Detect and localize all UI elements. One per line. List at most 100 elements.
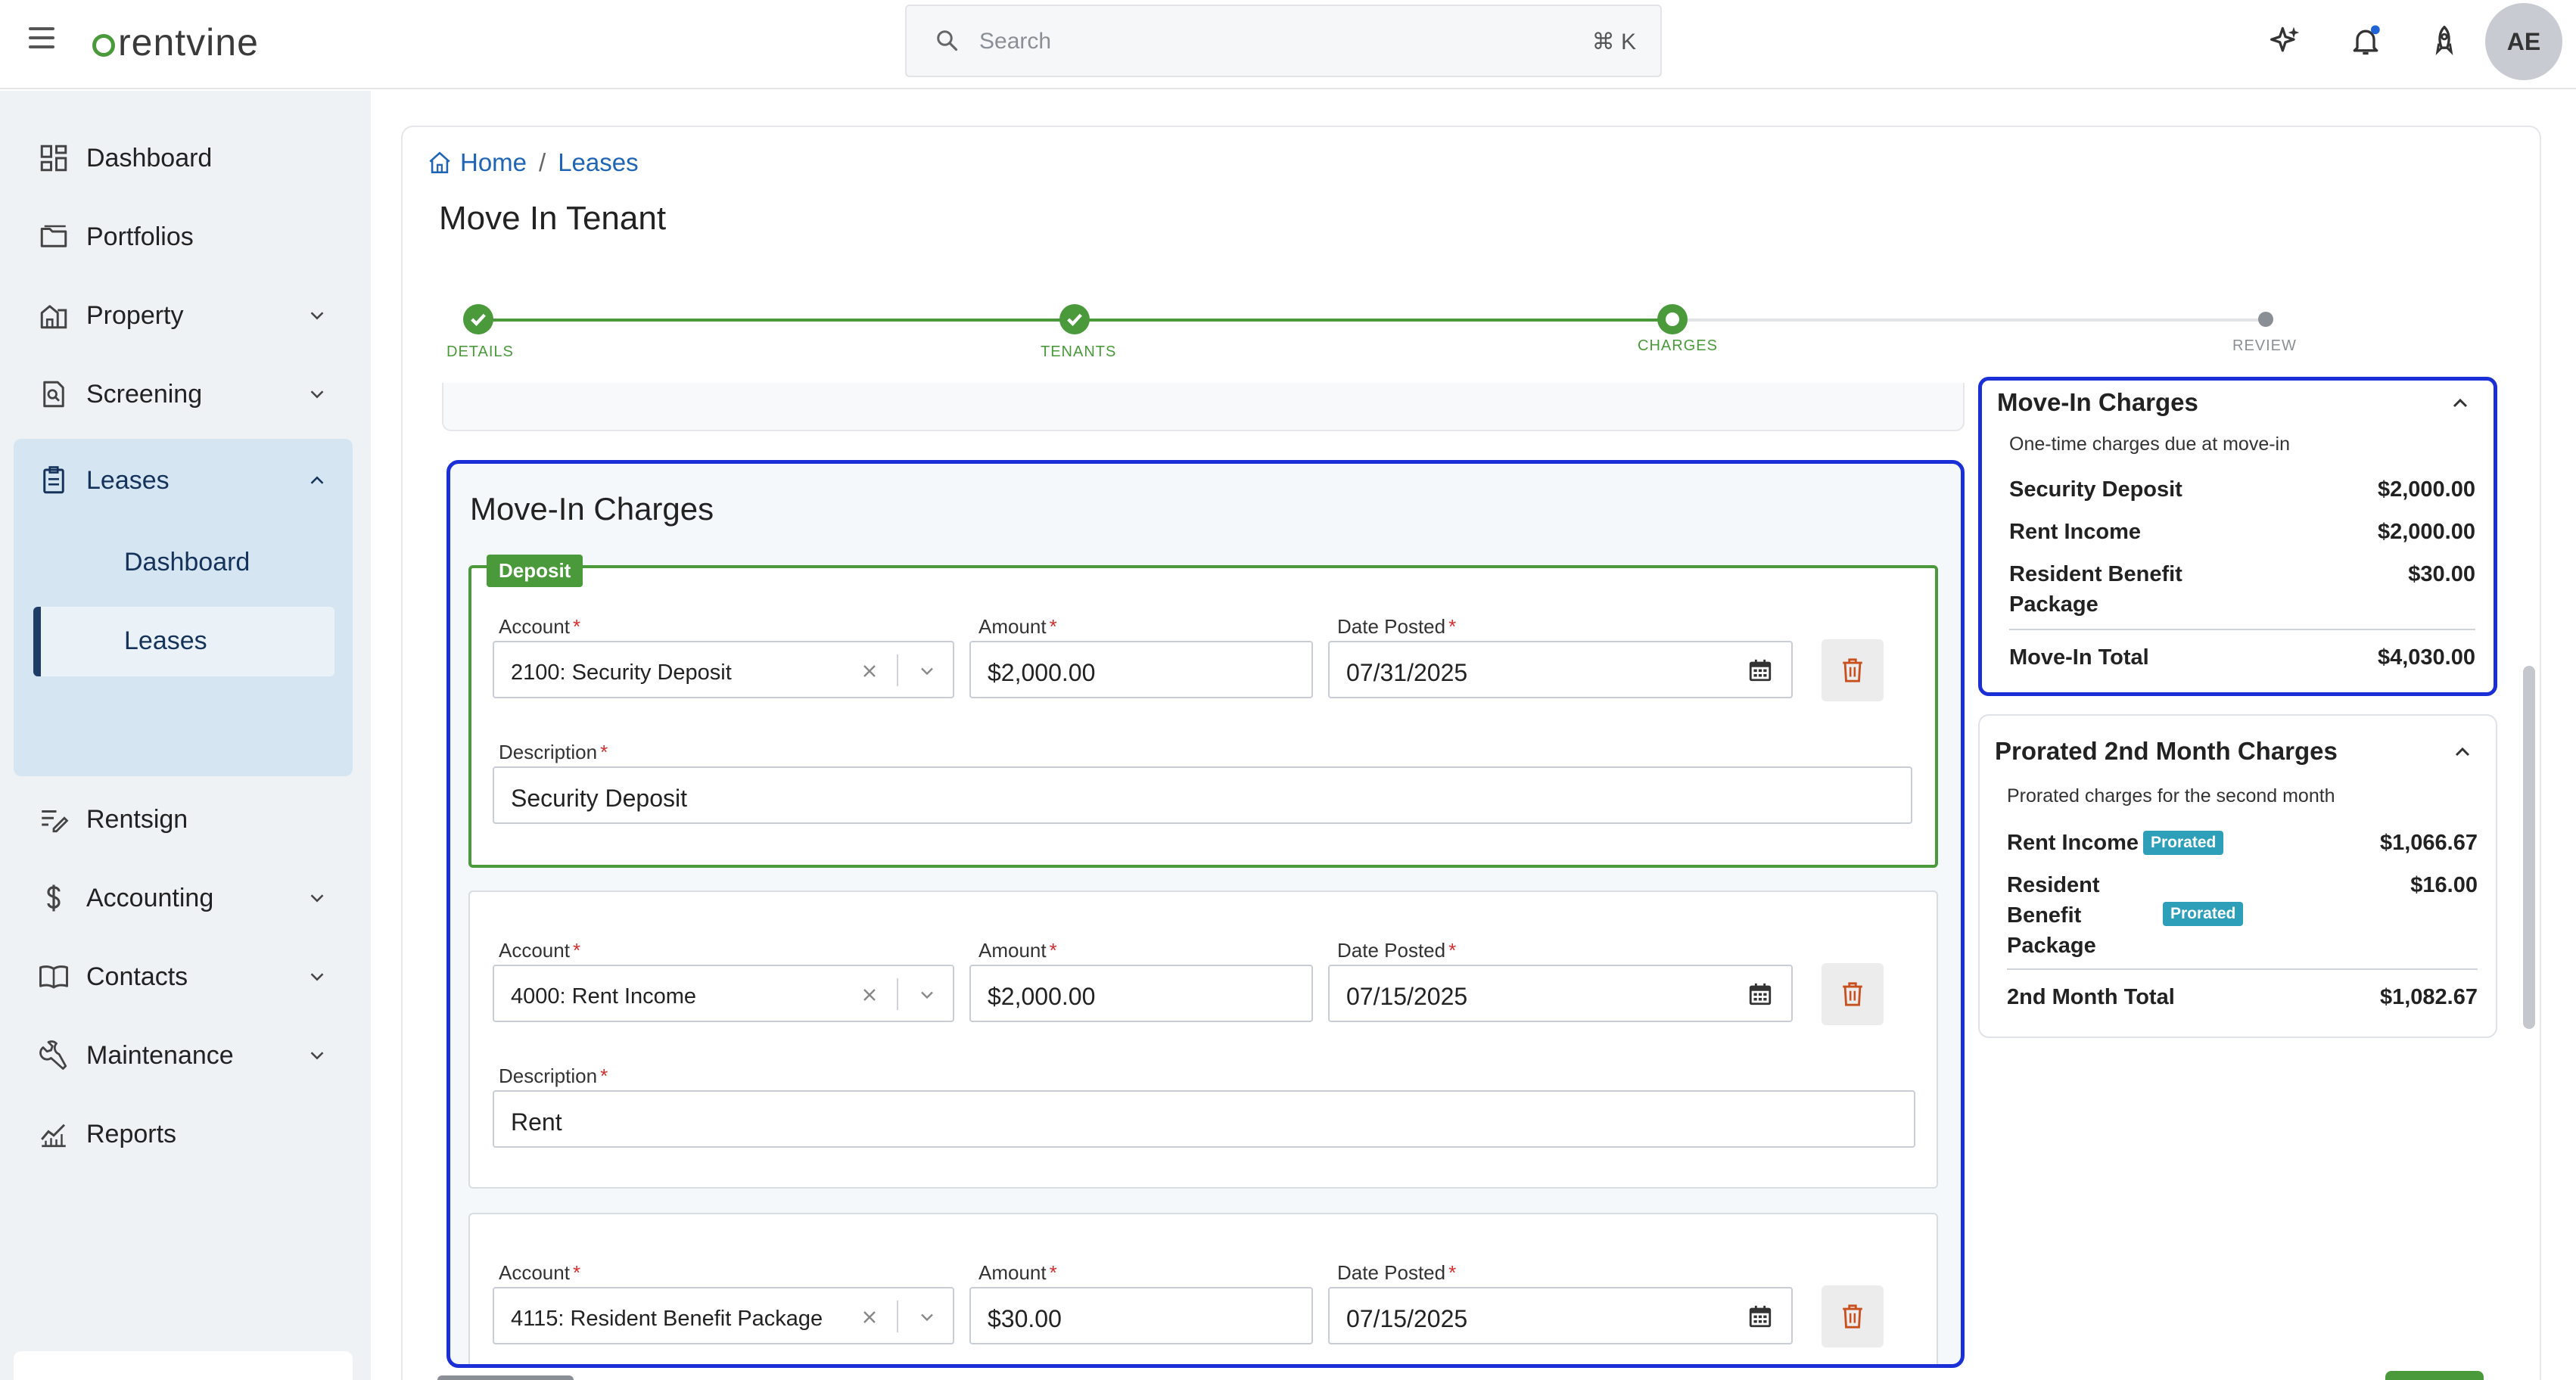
description-value: Rent — [511, 1108, 562, 1136]
amount-value: $2,000.00 — [988, 659, 1096, 686]
sidebar-item-leases[interactable]: Leases — [14, 446, 351, 514]
scrollbar[interactable] — [2523, 666, 2535, 1029]
step-label-charges: CHARGES — [1638, 337, 1718, 354]
date-posted-input[interactable]: 07/31/2025 — [1328, 641, 1793, 698]
leaf-icon — [92, 34, 115, 57]
breadcrumb-home[interactable]: Home — [460, 148, 527, 177]
trash-icon — [1843, 982, 1862, 1006]
date-posted-label: Date Posted * — [1337, 939, 1457, 962]
amount-input[interactable]: $2,000.00 — [969, 641, 1313, 698]
calendar-icon[interactable] — [1747, 981, 1773, 1007]
account-select[interactable]: 4000: Rent Income — [493, 965, 954, 1022]
calendar-icon[interactable] — [1747, 1304, 1773, 1329]
sidebar-item-accounting[interactable]: Accounting — [14, 864, 351, 932]
charge-card: Account * 4115: Resident Benefit Package … — [468, 1213, 1938, 1364]
sidebar-item-dashboard[interactable]: Dashboard — [14, 124, 351, 192]
prorated-summary-card: Prorated 2nd Month Charges Prorated char… — [1978, 714, 2497, 1038]
clear-icon[interactable] — [860, 1308, 879, 1326]
step-review-dot-icon[interactable] — [2258, 312, 2273, 327]
account-select[interactable]: 4115: Resident Benefit Package — [493, 1287, 954, 1344]
account-label: Account * — [499, 939, 581, 962]
page-title: Move In Tenant — [439, 200, 667, 237]
sidebar-item-label: Maintenance — [86, 1040, 234, 1070]
brand-name: rentvine — [118, 21, 259, 64]
amount-label: Amount * — [978, 1261, 1057, 1284]
leases-group: Leases Dashboard Leases — [14, 439, 353, 776]
clear-icon[interactable] — [860, 662, 879, 680]
description-input[interactable]: Rent — [493, 1090, 1915, 1148]
sign-icon — [42, 810, 69, 833]
step-label-tenants: TENANTS — [1041, 343, 1117, 360]
avatar[interactable]: AE — [2485, 3, 2562, 80]
sidebar-subitem-label: Dashboard — [124, 548, 250, 577]
deposit-badge: Deposit — [487, 555, 583, 587]
chevron-down-icon[interactable] — [916, 1307, 938, 1328]
summary-total-label: 2nd Month Total — [2007, 985, 2175, 1009]
description-label: Description * — [499, 741, 608, 763]
chevron-up-icon[interactable] — [2448, 391, 2472, 415]
rocket-icon[interactable] — [2428, 24, 2461, 58]
chart-icon — [41, 1124, 66, 1148]
select-divider — [897, 978, 898, 1010]
description-input[interactable]: Security Deposit — [493, 766, 1912, 824]
date-posted-label: Date Posted * — [1337, 615, 1457, 638]
step-tenants-check-icon[interactable] — [1059, 304, 1090, 334]
calendar-icon[interactable] — [1747, 657, 1773, 683]
summary-subtitle: Prorated charges for the second month — [2007, 785, 2335, 807]
home-icon[interactable] — [427, 150, 453, 176]
next-button[interactable] — [2385, 1371, 2484, 1380]
select-divider — [897, 654, 898, 686]
account-select[interactable]: 2100: Security Deposit — [493, 641, 954, 698]
delete-charge-button[interactable] — [1822, 1285, 1884, 1347]
sidebar-item-contacts[interactable]: Contacts — [14, 943, 351, 1011]
chevron-up-icon[interactable] — [2450, 740, 2475, 764]
amount-input[interactable]: $2,000.00 — [969, 965, 1313, 1022]
previous-section-card — [442, 383, 1965, 431]
sidebar-item-screening[interactable]: Screening — [14, 360, 351, 428]
date-value: 07/15/2025 — [1346, 983, 1468, 1010]
chevron-down-icon — [310, 973, 324, 981]
chevron-down-icon — [310, 312, 324, 320]
summary-title: Move-In Charges — [1997, 388, 2198, 416]
menu-icon[interactable] — [29, 27, 59, 58]
breadcrumb-leases[interactable]: Leases — [558, 148, 638, 177]
summary-subtitle: One-time charges due at move-in — [2009, 434, 2291, 455]
sparkle-icon[interactable] — [2269, 24, 2302, 58]
clear-icon[interactable] — [860, 986, 879, 1004]
date-posted-input[interactable]: 07/15/2025 — [1328, 965, 1793, 1022]
search-shortcut: ⌘ K — [1591, 30, 1636, 54]
sidebar-item-property[interactable]: Property — [14, 281, 351, 350]
wrench-icon — [39, 1040, 67, 1070]
date-value: 07/15/2025 — [1346, 1305, 1468, 1332]
date-posted-input[interactable]: 07/15/2025 — [1328, 1287, 1793, 1344]
sidebar: Dashboard Portfolios Property Screening … — [0, 91, 371, 1380]
sidebar-subitem-leases[interactable]: Leases — [33, 607, 334, 676]
prorated-badge: Prorated — [2163, 902, 2244, 926]
delete-charge-button[interactable] — [1822, 639, 1884, 701]
chevron-down-icon — [310, 894, 324, 903]
sidebar-subitem-dashboard[interactable]: Dashboard — [33, 528, 334, 598]
chevron-down-icon[interactable] — [916, 984, 938, 1005]
amount-input[interactable]: $30.00 — [969, 1287, 1313, 1344]
delete-charge-button[interactable] — [1822, 963, 1884, 1025]
summary-total-label: Move-In Total — [2009, 645, 2149, 670]
step-details-check-icon[interactable] — [463, 304, 493, 334]
sidebar-item-reports[interactable]: Reports — [14, 1100, 351, 1168]
logo[interactable]: rentvine — [92, 20, 259, 65]
dollar-icon — [47, 884, 61, 912]
back-button[interactable] — [437, 1375, 574, 1380]
step-charges-current-icon[interactable] — [1657, 304, 1688, 334]
screening-icon — [43, 381, 64, 408]
amount-value: $2,000.00 — [988, 983, 1096, 1010]
search-input[interactable]: Search ⌘ K — [905, 5, 1662, 77]
bell-icon[interactable] — [2349, 24, 2382, 58]
sidebar-item-portfolios[interactable]: Portfolios — [14, 203, 351, 271]
sidebar-item-rentsign[interactable]: Rentsign — [14, 785, 351, 853]
chevron-down-icon[interactable] — [916, 660, 938, 682]
amount-label: Amount * — [978, 939, 1057, 962]
account-label: Account * — [499, 615, 581, 638]
dashboard-icon — [40, 145, 67, 172]
summary-total-value: $4,030.00 — [2377, 645, 2475, 670]
summary-title: Prorated 2nd Month Charges — [1995, 737, 2338, 765]
sidebar-item-maintenance[interactable]: Maintenance — [14, 1021, 351, 1089]
